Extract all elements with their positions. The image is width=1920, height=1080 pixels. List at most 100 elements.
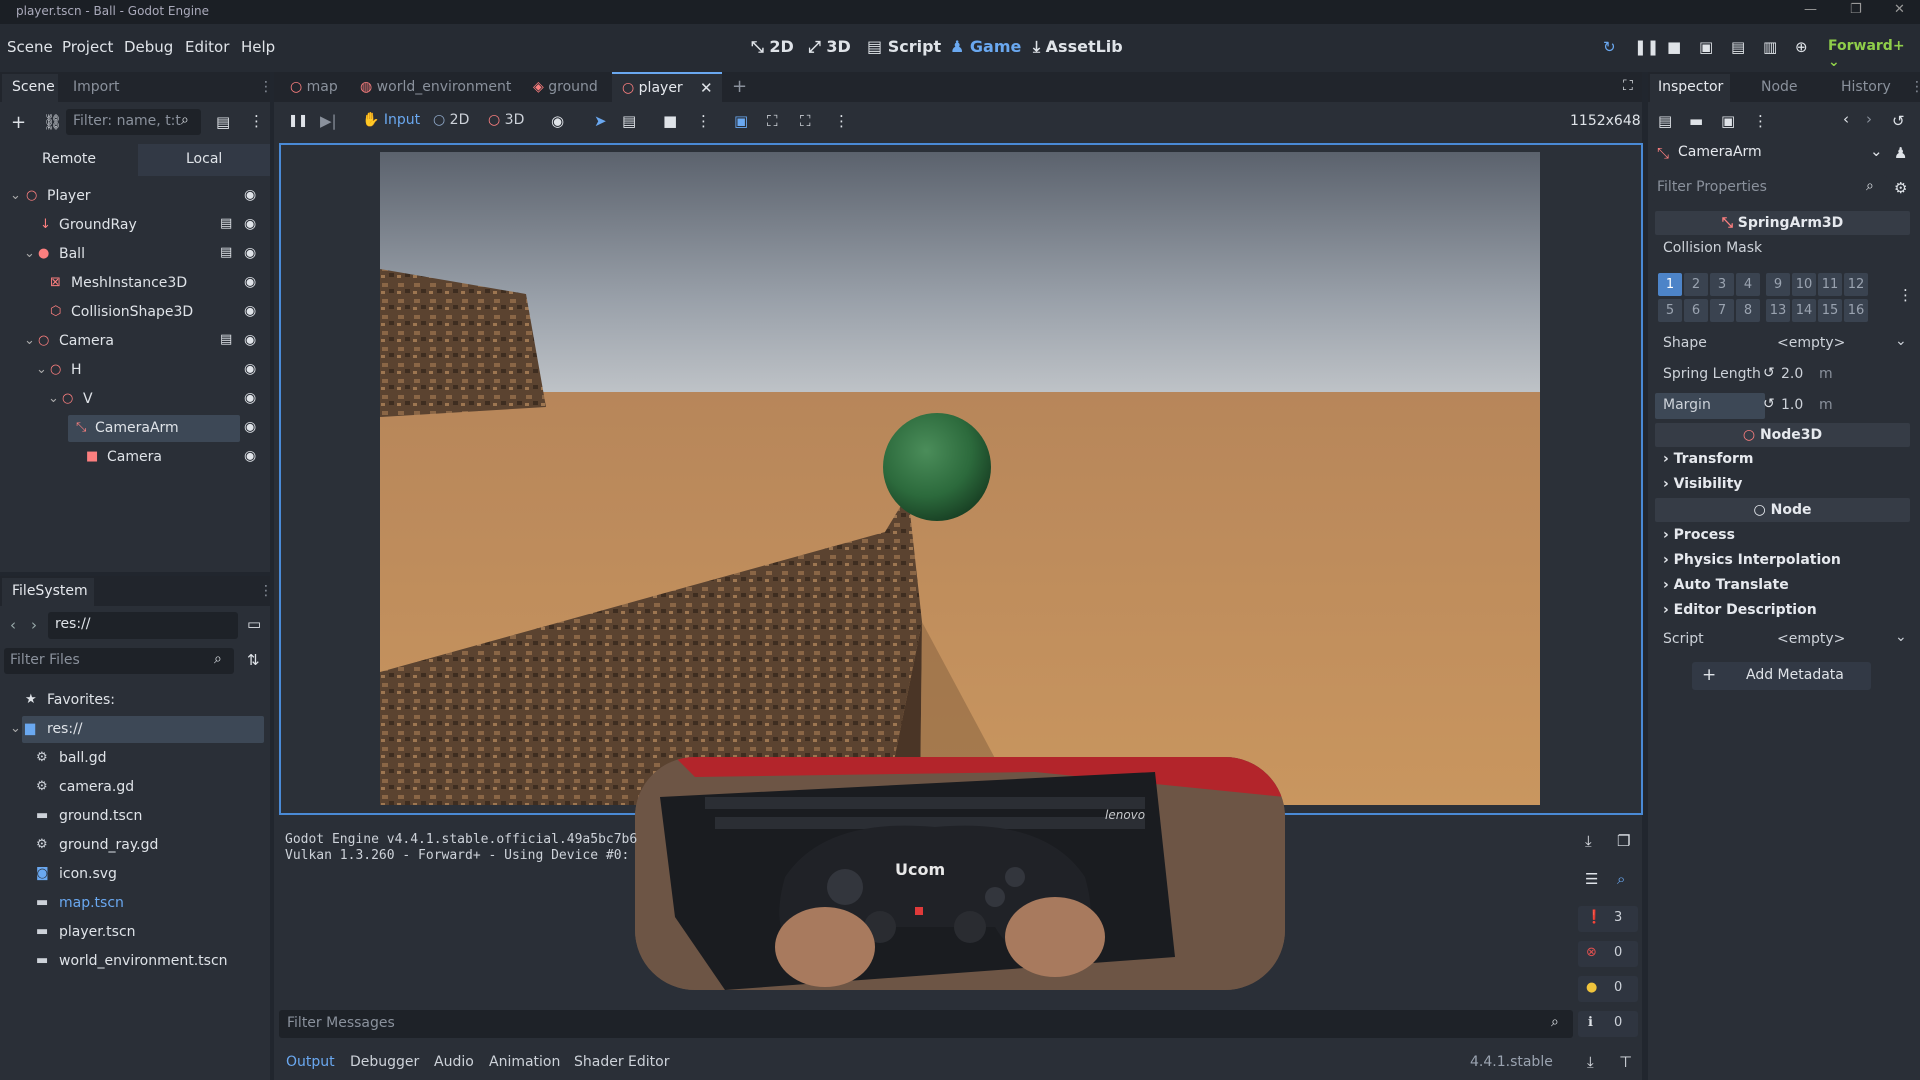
distraction-free-icon[interactable]: ⛶ [1623,78,1633,94]
add-tab-icon[interactable]: + [732,76,747,97]
object-selector[interactable]: ⤡ CameraArm ⌄ [1652,140,1890,166]
file-row[interactable]: ▬ world_environment.tscn [0,947,270,976]
pause-game-icon[interactable]: ❚❚ [288,113,308,127]
workspace-assetlib-button[interactable]: ⤓ AssetLib [1033,37,1123,57]
script-icon[interactable]: ▤ [220,245,232,260]
fullscreen-icon[interactable]: ⛶ [800,112,811,130]
collision-bit[interactable]: 14 [1792,299,1816,322]
messages-filter[interactable]: ❗ 3 [1578,906,1638,932]
group-transform[interactable]: › Transform [1663,451,1754,467]
visibility-eye-icon[interactable]: ◉ [244,448,256,464]
res-root-row[interactable]: ⌄ ▆ res:// [0,715,270,744]
visibility-eye-icon[interactable]: ◉ [244,390,256,406]
tab-import[interactable]: Import [73,79,119,95]
scene-tab-player[interactable]: ○ player ✕ [612,72,722,102]
inspector-options-icon[interactable]: ⋮ [1753,112,1768,130]
visibility-eye-icon[interactable]: ◉ [244,274,256,290]
property-options-icon[interactable]: ⚙ [1894,179,1907,197]
script-icon[interactable]: ▤ [220,332,232,347]
inspector-menu-icon[interactable]: ⋮ [1910,79,1920,95]
collision-bit[interactable]: 4 [1736,273,1760,296]
output-log[interactable]: Godot Engine v4.4.1.stable.official.49a5… [279,826,1579,1006]
filesystem-menu-icon[interactable]: ⋮ [259,583,273,599]
tree-node-player[interactable]: ⌄ ○ Player ◉ [0,182,270,211]
history-back-icon[interactable]: ‹ [1843,110,1849,128]
collision-bit[interactable]: 11 [1818,273,1842,296]
split-view-icon[interactable]: ▭ [247,615,261,633]
collision-bit[interactable]: 2 [1684,273,1708,296]
close-window-icon[interactable]: ✕ [1894,2,1905,17]
errors-filter[interactable]: ⊗ 0 [1578,941,1638,967]
group-visibility[interactable]: › Visibility [1663,476,1742,492]
embed-icon[interactable]: ▣ [734,112,748,130]
chevron-down-icon[interactable]: ⌄ [24,246,35,261]
visibility-eye-icon[interactable]: ◉ [244,216,256,232]
shape-picker[interactable]: <empty> ⌄ [1771,331,1911,357]
next-frame-icon[interactable]: ▶| [320,112,337,130]
group-auto-translate[interactable]: › Auto Translate [1663,577,1789,593]
tree-node-camera3d[interactable]: ■ Camera ◉ [0,443,270,472]
movie-maker-icon[interactable]: ⊕ [1795,38,1808,56]
pin-panel-icon[interactable]: ⤓ [1587,1053,1594,1071]
collision-bit[interactable]: 6 [1684,299,1708,322]
save-icon[interactable]: ▣ [1721,112,1735,130]
mode-3d-toggle[interactable]: ○ 3D [488,112,524,128]
collision-bit[interactable]: 7 [1710,299,1734,322]
tab-scene[interactable]: Scene [12,79,55,95]
tree-node-v[interactable]: ⌄ ○ V ◉ [0,385,270,414]
visibility-eye-icon[interactable]: ◉ [244,245,256,261]
scene-menu-icon[interactable]: ⋮ [249,112,264,130]
tab-filesystem[interactable]: FileSystem [12,583,88,599]
chevron-down-icon[interactable]: ⌄ [36,362,47,377]
warnings-filter[interactable]: ● 0 [1578,976,1638,1002]
list-select-icon[interactable]: ▤ [622,112,636,130]
favorites-row[interactable]: ★ Favorites: [0,686,270,715]
workspace-2d-button[interactable]: ⤡ 2D [751,37,794,57]
search-icon[interactable]: ⌕ [1617,870,1625,888]
attach-script-icon[interactable]: ▤ [216,113,230,131]
link-icon[interactable]: ⛓ [43,113,62,131]
options-icon[interactable]: ⋮ [834,112,849,130]
game-render[interactable] [380,152,1540,805]
group-process[interactable]: › Process [1663,527,1735,543]
restore-icon[interactable]: ❐ [1850,2,1862,17]
menu-help[interactable]: Help [241,38,275,56]
scene-dock-menu-icon[interactable]: ⋮ [259,79,273,95]
collision-bit[interactable]: 10 [1792,273,1816,296]
collision-bit[interactable]: 12 [1844,273,1868,296]
remote-toggle[interactable]: Remote [0,144,138,176]
margin-field[interactable]: 1.0 m [1771,393,1911,419]
scene-filter-input[interactable]: Filter: name, t:t ⌕ [66,109,201,135]
tab-node[interactable]: Node [1761,79,1798,95]
stretch-icon[interactable]: ⛶ [767,112,778,130]
scene-tab-world-environment[interactable]: ◍ world_environment [360,79,511,95]
doc-help-icon[interactable]: ♟ [1894,144,1907,162]
collision-bit[interactable]: 16 [1844,299,1868,322]
back-icon[interactable]: ‹ [10,616,16,634]
new-resource-icon[interactable]: ▤ [1658,112,1672,130]
copy-icon[interactable]: ❐ [1617,832,1630,850]
group-physics-interpolation[interactable]: › Physics Interpolation [1663,552,1841,568]
workspace-script-button[interactable]: ▤ Script [867,37,941,56]
chevron-down-icon[interactable]: ⌄ [10,721,21,736]
object-history-icon[interactable]: ↺ [1892,112,1905,130]
renderer-select[interactable]: Forward+ ⌄ [1828,38,1920,70]
info-filter[interactable]: ℹ 0 [1578,1011,1638,1037]
filter-messages-input[interactable]: Filter Messages ⌕ [279,1010,1573,1038]
collision-bit[interactable]: 13 [1766,299,1790,322]
script-icon[interactable]: ▤ [220,216,232,231]
tree-node-h[interactable]: ⌄ ○ H ◉ [0,356,270,385]
tree-node-meshinstance3d[interactable]: ⊠ MeshInstance3D ◉ [0,269,270,298]
more-icon[interactable]: ⋮ [696,112,711,130]
menu-scene[interactable]: Scene [7,38,53,56]
pause-icon[interactable]: ❚❚ [1634,38,1659,56]
pin-icon[interactable]: ⤓ [1585,832,1592,850]
workspace-game-button[interactable]: ♟ Game [950,37,1021,56]
chevron-down-icon[interactable]: ⌄ [24,333,35,348]
tree-node-groundray[interactable]: ↓ GroundRay ▤ ◉ [0,211,270,240]
minimize-icon[interactable]: — [1804,2,1817,17]
forward-icon[interactable]: › [31,616,37,634]
sort-icon[interactable]: ⇅ [247,651,260,669]
collision-bit[interactable]: 1 [1658,273,1682,296]
input-toggle[interactable]: ✋ Input [362,112,420,128]
